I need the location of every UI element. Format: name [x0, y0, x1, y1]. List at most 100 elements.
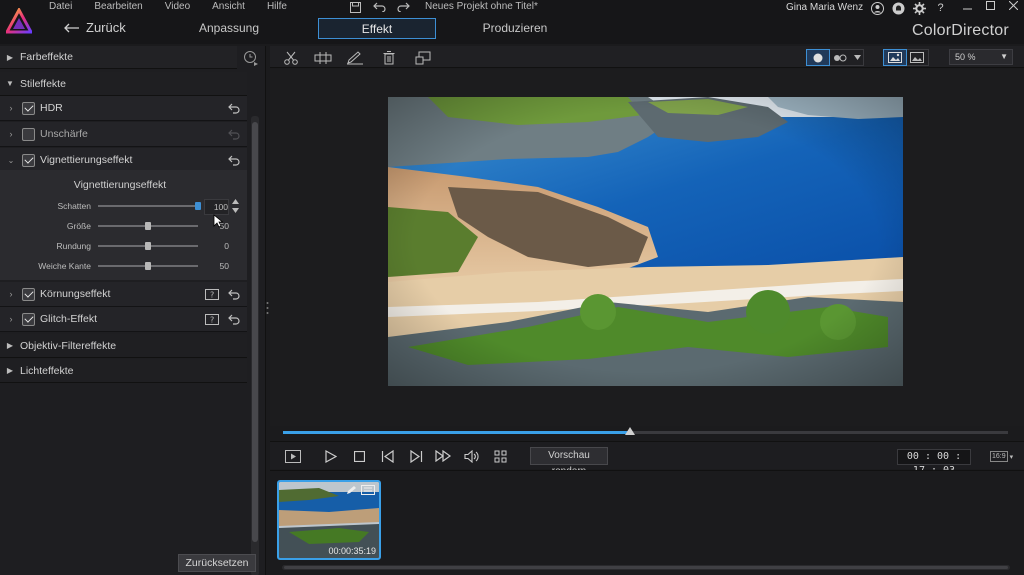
- slider-track[interactable]: [98, 205, 198, 207]
- section-objektiv[interactable]: ▶ Objektiv-Filtereffekte: [0, 334, 247, 358]
- spin-down-icon[interactable]: [231, 208, 239, 213]
- effect-help-icon[interactable]: ?: [205, 313, 219, 325]
- preview-mode-icon[interactable]: [284, 448, 302, 464]
- reset-koernung-icon[interactable]: [227, 287, 241, 301]
- slider-thumb[interactable]: [195, 202, 201, 210]
- hdr-checkbox[interactable]: [22, 101, 35, 115]
- minimize-icon[interactable]: [963, 1, 972, 13]
- split-view-icon[interactable]: [829, 50, 851, 65]
- back-arrow-icon: [64, 23, 79, 32]
- next-frame-icon[interactable]: [407, 448, 425, 464]
- grid-options-icon[interactable]: [491, 448, 509, 464]
- scrollbar-thumb[interactable]: [252, 122, 258, 542]
- chevron-right-icon[interactable]: ›: [0, 129, 22, 139]
- colordirector-logo-icon: [6, 8, 32, 34]
- menu-hilfe[interactable]: Hilfe: [256, 0, 298, 14]
- menu-bearbeiten[interactable]: Bearbeiten: [83, 0, 153, 14]
- slider-thumb[interactable]: [145, 242, 151, 250]
- aspect-ratio-icon[interactable]: [414, 50, 432, 65]
- value-spinner[interactable]: [230, 199, 240, 213]
- slider-row-weiche-kante: Weiche Kante 50: [0, 259, 247, 273]
- slider-value[interactable]: 0: [204, 239, 229, 253]
- clip-effect-icon: [361, 485, 375, 495]
- aspect-format-select[interactable]: 16:9 ▾: [990, 450, 1020, 463]
- help-icon[interactable]: ?: [933, 1, 948, 16]
- photo-view-icon[interactable]: [883, 49, 907, 66]
- menu-ansicht[interactable]: Ansicht: [201, 0, 256, 14]
- single-view-icon[interactable]: [806, 49, 830, 66]
- volume-icon[interactable]: [463, 448, 481, 464]
- koernung-checkbox[interactable]: [22, 287, 35, 301]
- menu-datei[interactable]: Datei: [38, 0, 83, 14]
- seek-thumb[interactable]: [624, 427, 635, 435]
- edit-pen-icon[interactable]: [346, 50, 364, 65]
- tab-anpassung[interactable]: Anpassung: [160, 18, 298, 39]
- zoom-select[interactable]: 50 % ▼: [949, 49, 1013, 65]
- spin-up-icon[interactable]: [231, 199, 239, 204]
- glitch-checkbox[interactable]: [22, 312, 35, 326]
- section-stileffekte[interactable]: ▼ Stileffekte: [0, 72, 247, 96]
- seek-bar[interactable]: [283, 427, 1008, 435]
- reset-hdr-icon[interactable]: [227, 101, 241, 115]
- tab-effekt[interactable]: Effekt: [318, 18, 436, 39]
- slider-thumb[interactable]: [145, 262, 151, 270]
- delete-trash-icon[interactable]: [380, 50, 398, 65]
- reset-vignettierung-icon[interactable]: [227, 153, 241, 167]
- reset-glitch-icon[interactable]: [227, 312, 241, 326]
- panel-splitter-icon[interactable]: [266, 300, 269, 316]
- timecode-display[interactable]: 00 : 00 : 17 : 03: [897, 449, 971, 476]
- chevron-down-icon[interactable]: ⌄: [0, 156, 22, 165]
- render-preview-button[interactable]: Vorschau rendern: [530, 447, 608, 477]
- cut-icon[interactable]: [282, 50, 300, 65]
- chevron-right-icon[interactable]: ›: [0, 103, 22, 113]
- effect-row-hdr: › HDR: [0, 96, 247, 121]
- maximize-icon[interactable]: [986, 1, 995, 13]
- play-icon[interactable]: [322, 448, 340, 464]
- preview-area: [270, 69, 1024, 426]
- tab-produzieren[interactable]: Produzieren: [446, 18, 584, 39]
- close-icon[interactable]: [1008, 0, 1019, 13]
- fullscreen-view-icon[interactable]: [906, 50, 928, 65]
- history-button[interactable]: [238, 46, 264, 69]
- media-clip[interactable]: 00:00:35:19: [277, 480, 381, 560]
- panel-scrollbar[interactable]: [251, 116, 259, 575]
- svg-text:?: ?: [210, 315, 214, 324]
- unschaerfe-checkbox[interactable]: [22, 127, 35, 141]
- reset-button[interactable]: Zurücksetzen: [178, 554, 256, 572]
- save-icon[interactable]: [348, 1, 362, 13]
- section-farbeffekte[interactable]: ▶ Farbeffekte: [0, 46, 237, 69]
- vignettierung-checkbox[interactable]: [22, 153, 35, 167]
- slider-label: Größe: [66, 221, 91, 231]
- trim-icon[interactable]: [314, 50, 332, 65]
- display-mode-toggle: [883, 49, 929, 66]
- dropdown-arrow-icon[interactable]: [851, 50, 863, 65]
- menu-video[interactable]: Video: [154, 0, 201, 14]
- top-icons: ?: [870, 0, 948, 16]
- account-icon[interactable]: [870, 1, 885, 16]
- notification-icon[interactable]: [891, 1, 906, 16]
- effect-label-vignettierung: Vignettierungseffekt: [40, 154, 133, 166]
- effect-row-unschaerfe: › Unschärfe: [0, 122, 247, 147]
- slider-value[interactable]: 100: [204, 199, 229, 215]
- zoom-value: 50 %: [955, 52, 976, 62]
- section-lichteffekte[interactable]: ▶ Lichteffekte: [0, 359, 247, 383]
- back-button[interactable]: Zurück: [64, 20, 126, 35]
- expanded-arrow-icon: ▼: [6, 79, 14, 88]
- redo-icon[interactable]: [396, 1, 410, 13]
- chevron-right-icon[interactable]: ›: [0, 314, 22, 324]
- timeline-area: 00:00:35:19: [270, 470, 1024, 575]
- timeline-scrollbar[interactable]: [282, 565, 1010, 570]
- scrollbar-thumb[interactable]: [284, 566, 1008, 569]
- slider-thumb[interactable]: [145, 222, 151, 230]
- chevron-right-icon[interactable]: ›: [0, 289, 22, 299]
- effect-label-koernung: Körnungseffekt: [40, 288, 111, 300]
- stop-icon[interactable]: [350, 448, 368, 464]
- undo-icon[interactable]: [372, 1, 386, 13]
- effect-help-icon[interactable]: ?: [205, 288, 219, 300]
- settings-gear-icon[interactable]: [912, 1, 927, 16]
- quick-access: [348, 0, 410, 14]
- slider-value[interactable]: 50: [204, 259, 229, 273]
- previous-frame-icon[interactable]: [378, 448, 396, 464]
- fast-forward-icon[interactable]: [434, 448, 452, 464]
- clip-duration: 00:00:35:19: [328, 546, 376, 556]
